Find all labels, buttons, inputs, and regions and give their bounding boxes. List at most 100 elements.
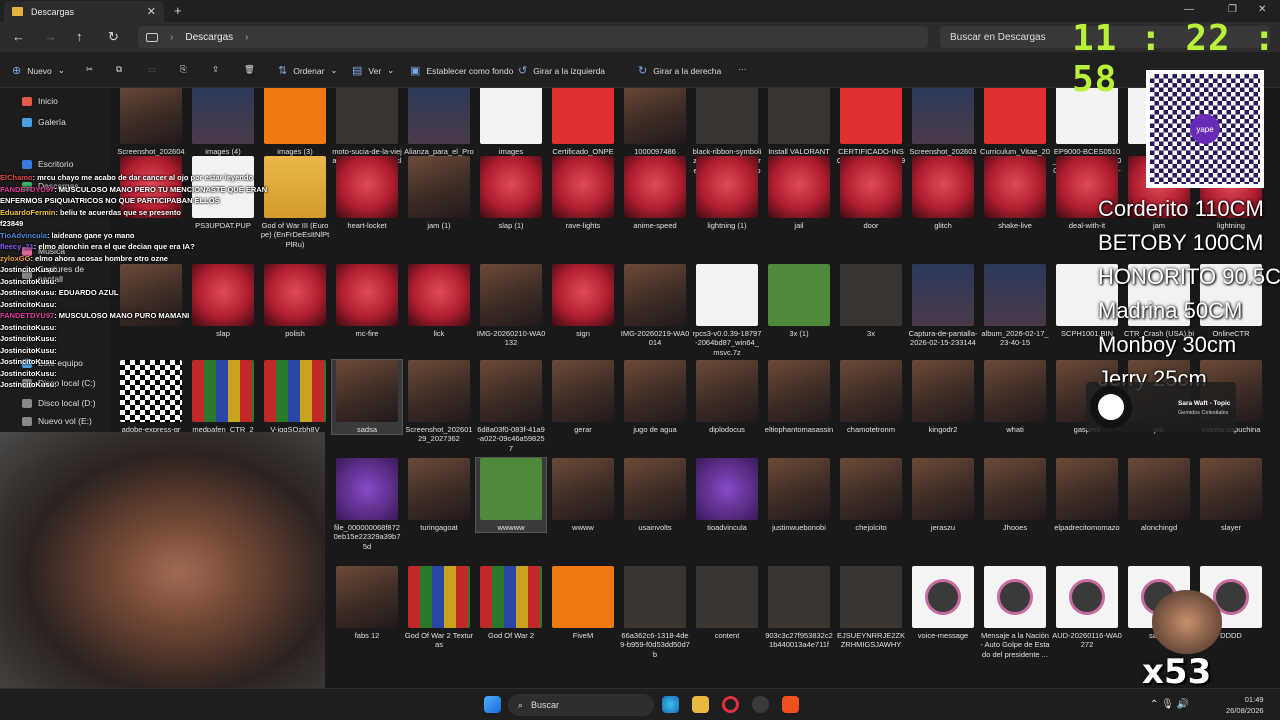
sidebar-item[interactable]: Inicio	[22, 96, 58, 106]
rotate-left-button[interactable]: ↺ Girar a la izquierda	[518, 64, 605, 77]
sidebar-item[interactable]: Disco local (D:)	[22, 398, 96, 408]
file-item[interactable]: anime-speed	[620, 156, 690, 230]
file-item[interactable]: jeraszu	[908, 458, 978, 532]
taskbar-search[interactable]: ⌕ Buscar	[508, 694, 654, 716]
close-button[interactable]: ✕	[1258, 4, 1266, 15]
minimize-button[interactable]: —	[1184, 4, 1194, 15]
file-item[interactable]: images (4)	[188, 88, 258, 156]
view-button[interactable]: ▤ Ver ⌄	[352, 64, 394, 77]
file-item[interactable]: 903c3c27f953832c21b440013a4e711f	[764, 566, 834, 650]
back-arrow-icon[interactable]: ←	[12, 29, 25, 44]
up-arrow-icon[interactable]: ↑	[76, 29, 83, 44]
file-item[interactable]: kingodr2	[908, 360, 978, 434]
more-options-button[interactable]: ···	[738, 64, 747, 74]
file-item[interactable]: images (3)	[260, 88, 330, 156]
file-item[interactable]: God Of War 2 Texturas	[404, 566, 474, 650]
file-item[interactable]: chamotetronm	[836, 360, 906, 434]
file-item[interactable]: rave-lights	[548, 156, 618, 230]
copy-icon[interactable]: ⧉	[116, 64, 122, 75]
file-item[interactable]: slap (1)	[476, 156, 546, 230]
file-item[interactable]: heart-locket	[332, 156, 402, 230]
file-item[interactable]: Screenshot_20260129_2027362	[404, 360, 474, 444]
file-item[interactable]: usainvolts	[620, 458, 690, 532]
file-item[interactable]: 66a362c6-1318-4de9-b959-f0d53dd50d7b	[620, 566, 690, 659]
file-item[interactable]: justinwuebonobi	[764, 458, 834, 532]
file-item[interactable]: tioadvincula	[692, 458, 762, 532]
rename-icon[interactable]: ⎘	[180, 64, 187, 75]
file-item[interactable]: alonchingd	[1124, 458, 1194, 532]
edge-icon[interactable]	[662, 696, 679, 713]
file-item[interactable]: fabs 12	[332, 566, 402, 640]
file-item[interactable]: Install VALORANT	[764, 88, 834, 156]
file-item[interactable]: eltiophantomasassin	[764, 360, 834, 434]
file-item[interactable]: album_2026-02-17_23-40-15	[980, 264, 1050, 348]
file-item[interactable]: images	[476, 88, 546, 156]
file-item[interactable]: gerar	[548, 360, 618, 434]
file-item[interactable]: Screenshot_20260414_200455_Kick	[116, 88, 186, 166]
file-item[interactable]: lightning (1)	[692, 156, 762, 230]
file-item[interactable]: jam (1)	[404, 156, 474, 230]
file-item[interactable]: content	[692, 566, 762, 640]
file-item[interactable]: elpadrecitomomazo	[1052, 458, 1122, 532]
set-background-button[interactable]: ▣ Establecer como fondo	[410, 64, 513, 77]
file-item[interactable]: glitch	[908, 156, 978, 230]
file-item[interactable]: AUD-20260116-WA0272	[1052, 566, 1122, 650]
tab-descargas[interactable]: Descargas ✕	[4, 1, 164, 22]
cut-icon[interactable]: ✂	[86, 64, 93, 75]
delete-icon[interactable]: 🗑	[244, 64, 255, 75]
file-item[interactable]: file_000000068f8720eb15e22329a39b75d	[332, 458, 402, 551]
file-item[interactable]: Jhooes	[980, 458, 1050, 532]
file-item[interactable]: sadsa	[331, 358, 403, 436]
rotate-right-button[interactable]: ↻ Girar a la derecha	[638, 64, 721, 77]
file-item[interactable]: rpcs3-v0.0.39-18797-2064bd87_win64_msvc.…	[692, 264, 762, 357]
file-item[interactable]: 6d8a03f0-083f-41a9-a022-09c46a598257	[476, 360, 546, 453]
file-item[interactable]: 3x (1)	[764, 264, 834, 338]
file-item[interactable]: Curriculum_Vitae_2026-03-04-092021	[980, 88, 1050, 166]
sidebar-item[interactable]: Nuevo vol (E:)	[22, 416, 92, 426]
paste-icon[interactable]: ▭	[148, 64, 156, 75]
sidebar-item[interactable]: Galería	[22, 117, 66, 127]
file-item[interactable]: Certificado_ONPE	[548, 88, 618, 156]
file-item[interactable]: lick	[404, 264, 474, 338]
clock[interactable]: 01:49 26/08/2026	[1226, 694, 1264, 716]
file-item[interactable]: sign	[548, 264, 618, 338]
file-item[interactable]: Screenshot_20260310-205218	[908, 88, 978, 166]
windows-start-icon[interactable]	[484, 696, 501, 713]
file-item[interactable]: whati	[980, 360, 1050, 434]
file-item[interactable]: IMG-20260210-WA0132	[476, 264, 546, 348]
file-item[interactable]: wwwww	[475, 456, 547, 534]
opera-icon[interactable]	[722, 696, 739, 713]
refresh-icon[interactable]: ↻	[108, 29, 119, 45]
file-item[interactable]: Alianza_para_el_Progreso_(Perú)	[404, 88, 474, 166]
file-item[interactable]: 3x	[836, 264, 906, 338]
new-tab-button[interactable]: +	[174, 3, 182, 18]
file-item[interactable]: God Of War 2	[476, 566, 546, 640]
file-item[interactable]: Captura-de-pantalla-2026-02-15-233144	[908, 264, 978, 348]
breadcrumb-descargas[interactable]: Descargas	[185, 32, 233, 43]
file-item[interactable]: mc-fire	[332, 264, 402, 338]
sort-button[interactable]: ⇅ Ordenar ⌄	[278, 64, 338, 77]
breadcrumb[interactable]: › Descargas ›	[138, 26, 928, 48]
file-item[interactable]: shake-live	[980, 156, 1050, 230]
file-item[interactable]: door	[836, 156, 906, 230]
app-icon[interactable]	[752, 696, 769, 713]
system-tray[interactable]: ⌃ 🎙 🔊	[1150, 699, 1189, 710]
file-item[interactable]: EJSUEYNRRJE2ZKZRHMIGSJAWHY	[836, 566, 906, 650]
file-item[interactable]: jugo de agua	[620, 360, 690, 434]
maximize-button[interactable]: ❐	[1228, 4, 1237, 15]
file-item[interactable]: diplodocus	[692, 360, 762, 434]
file-item[interactable]: Mensaje a la Nación - Auto Golpe de Esta…	[980, 566, 1050, 659]
file-item[interactable]: chejolcito	[836, 458, 906, 532]
forward-arrow-icon[interactable]: →	[44, 29, 57, 44]
brave-icon[interactable]	[782, 696, 799, 713]
file-item[interactable]: FiveM	[548, 566, 618, 640]
sidebar-item[interactable]: Escritorio	[22, 159, 73, 169]
file-item[interactable]: voice-message	[908, 566, 978, 640]
file-item[interactable]: jail	[764, 156, 834, 230]
file-item[interactable]: turingagoat	[404, 458, 474, 532]
file-item[interactable]: 1000097486	[620, 88, 690, 156]
tab-close-icon[interactable]: ✕	[147, 5, 156, 18]
file-item[interactable]: wwww	[548, 458, 618, 532]
new-button[interactable]: ⊕ Nuevo ⌄	[12, 64, 65, 77]
file-item[interactable]: IMG-20260219-WA0014	[620, 264, 690, 348]
